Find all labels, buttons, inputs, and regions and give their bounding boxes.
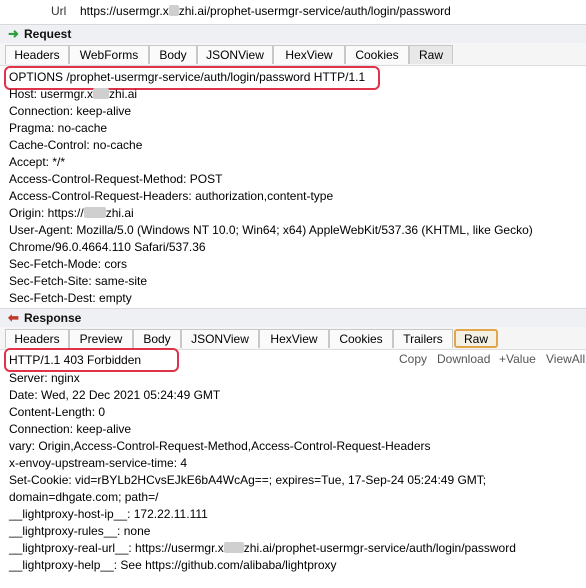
response-title: Response xyxy=(24,311,82,325)
request-tab-raw[interactable]: Raw xyxy=(409,45,453,64)
redacted-blur xyxy=(93,88,110,99)
response-tab-raw[interactable]: Raw xyxy=(454,329,498,348)
request-header-line: User-Agent: Mozilla/5.0 (Windows NT 10.0… xyxy=(9,223,533,237)
request-tab-jsonview[interactable]: JSONView xyxy=(197,45,273,64)
request-header-line: Chrome/96.0.4664.110 Safari/537.36 xyxy=(9,240,206,254)
response-header-line: Connection: keep-alive xyxy=(9,422,132,436)
request-header-line: Access-Control-Request-Method: POST xyxy=(9,172,223,186)
request-line: OPTIONS /prophet-usermgr-service/auth/lo… xyxy=(9,70,366,84)
response-tab-headers[interactable]: Headers xyxy=(5,329,69,348)
help-line: __lightproxy-help__: See https://github.… xyxy=(9,558,337,572)
response-header-line: x-envoy-upstream-service-time: 4 xyxy=(9,456,188,470)
request-tab-body[interactable]: Body xyxy=(149,45,197,64)
response-header-line: Server: nginx xyxy=(9,371,80,385)
status-line: HTTP/1.1 403 Forbidden xyxy=(9,353,142,367)
request-header-line: Pragma: no-cache xyxy=(9,121,108,135)
request-header-line: Cache-Control: no-cache xyxy=(9,138,143,152)
response-header-line: Date: Wed, 22 Dec 2021 05:24:49 GMT xyxy=(9,388,221,402)
request-tabs: Headers WebForms Body JSONView HexView C… xyxy=(0,43,586,65)
request-header-line: Sec-Fetch-Site: same-site xyxy=(9,274,148,288)
download-button[interactable]: Download xyxy=(437,352,490,366)
request-title: Request xyxy=(24,27,72,41)
response-tab-trailers[interactable]: Trailers xyxy=(393,329,453,348)
response-section-header: ⬅ Response xyxy=(0,308,586,328)
url-label: Url xyxy=(51,4,67,18)
request-header-line: Access-Control-Request-Headers: authoriz… xyxy=(9,189,334,203)
request-tab-webforms[interactable]: WebForms xyxy=(69,45,149,64)
arrow-right-icon: ➜ xyxy=(8,26,19,41)
host-header: Host: usermgr.x zhi.ai xyxy=(9,87,138,101)
add-value-button[interactable]: +Value xyxy=(499,352,536,366)
response-header-line: __lightproxy-host-ip__: 172.22.11.111 xyxy=(9,507,208,521)
origin-header: Origin: https://zhi.ai xyxy=(9,206,134,220)
request-header-line: Sec-Fetch-Mode: cors xyxy=(9,257,128,271)
response-header-line: domain=dhgate.com; path=/ xyxy=(9,490,159,504)
response-tab-jsonview[interactable]: JSONView xyxy=(181,329,259,348)
request-tab-cookies[interactable]: Cookies xyxy=(345,45,409,64)
request-section-header: ➜ Request xyxy=(0,24,586,44)
url-bar: Url https://usermgr.x zhi.ai/prophet-user… xyxy=(0,0,586,25)
response-header-line: __lightproxy-rules__: none xyxy=(9,524,151,538)
redacted-blur xyxy=(223,542,244,553)
response-tab-hexview[interactable]: HexView xyxy=(259,329,329,348)
response-header-line: Content-Length: 0 xyxy=(9,405,106,419)
request-header-line: Connection: keep-alive xyxy=(9,104,132,118)
url-value[interactable]: https://usermgr.x zhi.ai/prophet-usermgr-… xyxy=(80,4,451,18)
response-tab-preview[interactable]: Preview xyxy=(69,329,133,348)
response-tabs: Headers Preview Body JSONView HexView Co… xyxy=(0,327,586,349)
copy-button[interactable]: Copy xyxy=(399,352,427,366)
request-header-line: Sec-Fetch-Dest: empty xyxy=(9,291,132,305)
response-header-line: Set-Cookie: vid=rBYLb2HCvsEJkE6bA4WcAg==… xyxy=(9,473,487,487)
response-header-line: vary: Origin,Access-Control-Request-Meth… xyxy=(9,439,431,453)
view-all-button[interactable]: ViewAll xyxy=(546,352,585,366)
arrow-left-icon: ⬅ xyxy=(8,310,19,325)
request-tab-hexview[interactable]: HexView xyxy=(273,45,345,64)
request-header-line: Accept: */* xyxy=(9,155,66,169)
response-tab-cookies[interactable]: Cookies xyxy=(329,329,393,348)
redacted-blur xyxy=(168,5,179,16)
real-url-line: __lightproxy-real-url__: https://usermgr… xyxy=(9,541,516,555)
request-tab-headers[interactable]: Headers xyxy=(5,45,69,64)
response-tab-body[interactable]: Body xyxy=(133,329,181,348)
redacted-blur xyxy=(83,207,106,218)
